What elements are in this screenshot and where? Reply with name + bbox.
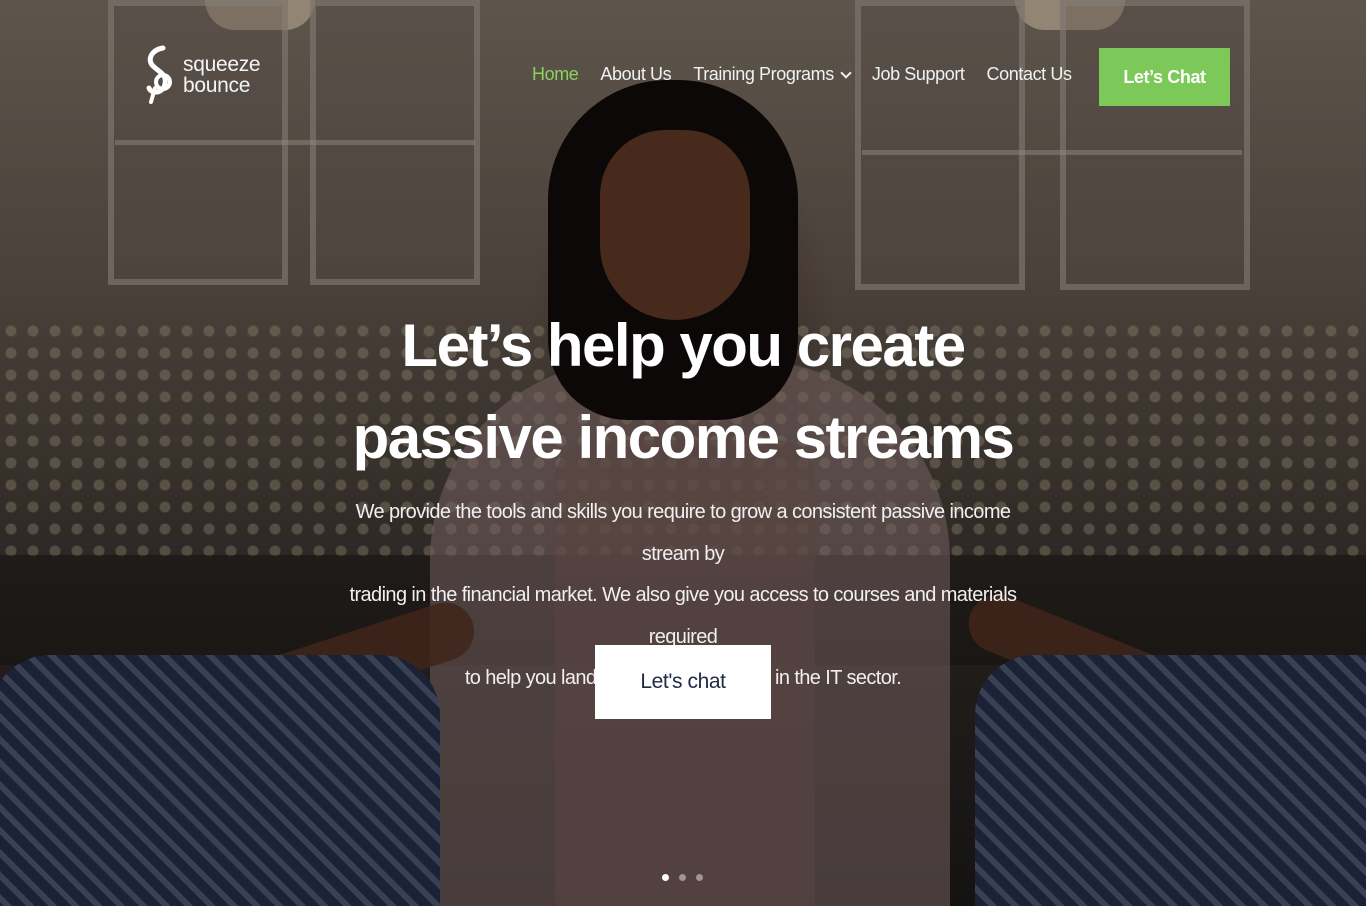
nav-item-contact-us[interactable]: Contact Us xyxy=(987,64,1072,85)
logo-wordmark: squeeze bounce xyxy=(183,53,261,97)
hero-section: squeeze bounce Home About Us Training Pr… xyxy=(0,0,1366,906)
squeeze-bounce-logo-icon xyxy=(141,44,177,106)
nav-label: About Us xyxy=(600,64,672,84)
hero-headline-line2: passive income streams xyxy=(352,404,1015,471)
lets-chat-hero-button[interactable]: Let's chat xyxy=(595,645,771,719)
slider-dot-3[interactable] xyxy=(696,874,703,881)
slider-dot-1[interactable] xyxy=(662,874,669,881)
hero-headline: Let’s help you create passive income str… xyxy=(283,300,1083,484)
nav-label: Training Programs xyxy=(693,64,834,84)
slider-dot-2[interactable] xyxy=(679,874,686,881)
nav-item-job-support[interactable]: Job Support xyxy=(872,64,965,85)
nav-item-about-us[interactable]: About Us xyxy=(600,64,671,85)
slider-pagination xyxy=(662,874,703,881)
main-nav: Home About Us Training Programs Job Supp… xyxy=(532,64,1072,85)
nav-label: Job Support xyxy=(871,64,965,84)
nav-label: Contact Us xyxy=(986,64,1072,84)
nav-item-home[interactable]: Home xyxy=(532,64,579,85)
hero-subtext-line1: We provide the tools and skills you requ… xyxy=(355,501,1011,565)
hero-headline-line1: Let’s help you create xyxy=(401,312,966,379)
logo-text-line2: bounce xyxy=(183,74,251,97)
logo-text-line1: squeeze xyxy=(183,53,261,76)
nav-item-training-programs[interactable]: Training Programs xyxy=(693,64,852,85)
nav-label: Home xyxy=(532,64,579,84)
lets-chat-header-button[interactable]: Let’s Chat xyxy=(1099,48,1230,106)
site-logo[interactable]: squeeze bounce xyxy=(141,44,261,106)
chevron-down-icon xyxy=(840,66,852,79)
